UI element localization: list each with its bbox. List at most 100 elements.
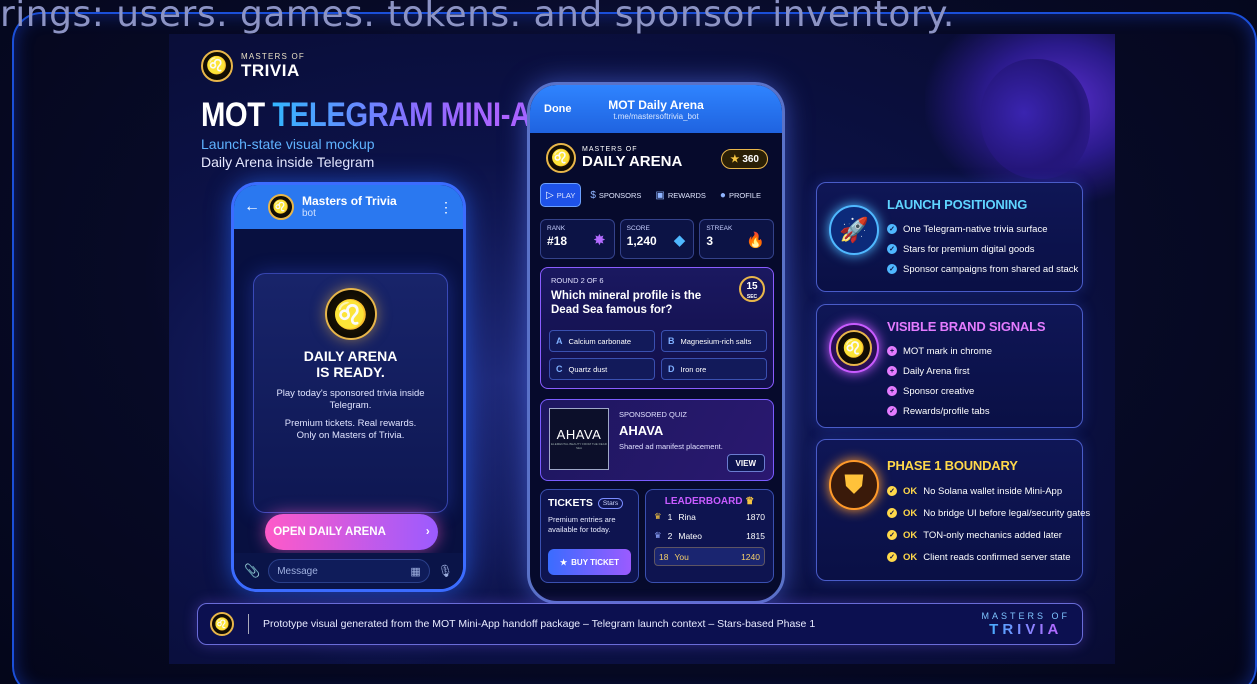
chat-name: Masters of Trivia: [302, 194, 397, 208]
panel-item-text: Rewards/profile tabs: [903, 405, 990, 417]
ok-label: OK: [903, 529, 918, 541]
quiz-question: Which mineral profile is the Dead Sea fa…: [551, 290, 702, 316]
daily-arena-title: DAILY ARENA: [582, 153, 683, 170]
panel-item: ✓ Sponsor campaigns from shared ad stack: [887, 259, 1078, 279]
check-icon: ✓: [887, 552, 897, 562]
panel-item-text: No bridge UI before legal/security gates: [923, 507, 1091, 519]
panel-item: ✓ Stars for premium digital goods: [887, 239, 1078, 259]
row-rank: 2: [667, 530, 673, 541]
tab-profile-label: PROFILE: [728, 190, 762, 200]
stars-value: 360: [742, 153, 759, 165]
panel-item: + Sponsor creative: [887, 381, 992, 401]
option-text: Calcium carbonate: [568, 336, 632, 346]
option-key: D: [668, 364, 675, 374]
row-rank: 1: [667, 511, 673, 522]
panel-item-text: Stars for premium digital goods: [903, 243, 1035, 255]
card-title: DAILY ARENA IS READY.: [254, 348, 447, 380]
panel-item: ✓ OK Client reads confirmed server state: [887, 546, 1090, 568]
message-placeholder: Message: [277, 565, 318, 577]
flame-icon: 🔥: [746, 232, 766, 249]
chevron-right-icon: ›: [425, 526, 430, 538]
subtitle-primary: Launch-state visual mockup: [201, 136, 375, 152]
panel-title: VISIBLE BRAND SIGNALS: [887, 319, 1046, 334]
headline: MOT TELEGRAM MINI-APP: [201, 96, 569, 135]
brand-large: TRIVIA: [241, 60, 300, 80]
bot-avatar[interactable]: ♌: [268, 194, 294, 220]
check-icon: ✓: [887, 224, 897, 234]
answer-option-c[interactable]: C Quartz dust: [549, 358, 655, 380]
back-arrow-icon[interactable]: ←: [244, 198, 260, 216]
option-key: A: [556, 336, 563, 346]
message-input[interactable]: Message ▦: [268, 559, 430, 583]
lion-icon: ♌: [201, 50, 233, 82]
brand-signals-panel: ♌ VISIBLE BRAND SIGNALS + MOT mark in chr…: [816, 304, 1083, 428]
tickets-title: TICKETS: [548, 497, 593, 509]
streak-stat: STREAK 3 🔥: [699, 219, 775, 259]
lion-icon: ♌: [210, 612, 234, 636]
caption-text: rings: users. games. tokens. and sponsor…: [0, 0, 955, 35]
footer-mark-small: MASTERS OF: [981, 610, 1070, 621]
leaderboard-row: ♛ 1 Rina 1870: [654, 507, 765, 526]
dollar-icon: $: [590, 189, 596, 201]
keyboard-icon[interactable]: ▦: [410, 565, 420, 578]
panel-item: + Daily Arena first: [887, 361, 992, 381]
crown-icon: ♛: [654, 530, 662, 540]
answer-option-a[interactable]: A Calcium carbonate: [549, 330, 655, 352]
sponsor-name: AHAVA: [619, 423, 664, 438]
ok-label: OK: [903, 551, 918, 563]
leaderboard-card: LEADERBOARD ♛ ♛ 1 Rina 1870 ♛ 2 Mateo 1815 18 Y…: [645, 489, 774, 583]
attach-icon[interactable]: 📎: [244, 563, 260, 579]
tab-sponsors[interactable]: $ SPONSORS: [585, 183, 646, 207]
answer-option-b[interactable]: B Magnesium-rich salts: [661, 330, 767, 352]
card-text-2: Premium tickets. Real rewards. Only on M…: [284, 418, 417, 441]
panel-item-text: No Solana wallet inside Mini-App: [923, 485, 1063, 497]
sponsor-logo-tag: ELEMENTAL BEAUTY FROM THE DEAD SEA: [551, 442, 607, 450]
view-button[interactable]: VIEW: [726, 454, 765, 472]
leaderboard-title: LEADERBOARD: [664, 496, 743, 507]
bullet-icon: +: [887, 346, 897, 356]
panel-item: ✓ Rewards/profile tabs: [887, 401, 992, 421]
tab-play[interactable]: ▷ PLAY: [540, 183, 582, 207]
answer-option-d[interactable]: D Iron ore: [661, 358, 767, 380]
sponsor-logo: AHAVA ELEMENTAL BEAUTY FROM THE DEAD SEA: [549, 408, 609, 470]
done-button[interactable]: Done: [544, 103, 604, 115]
buy-ticket-button[interactable]: ★ BUY TICKET: [548, 549, 631, 575]
round-indicator: ROUND 2 OF 6: [551, 276, 604, 285]
stars-balance[interactable]: ★ 360: [721, 149, 768, 169]
crown-icon: ♛: [745, 496, 755, 507]
row-score: 1815: [746, 530, 765, 541]
buy-ticket-label: BUY TICKET: [571, 557, 620, 567]
lion-crest-icon: ♌: [324, 288, 377, 340]
telegram-chat-phone: ← ♌ Masters of Trivia bot ⋮ ♌ DAILY AREN…: [231, 182, 466, 592]
row-name: Mateo: [678, 530, 702, 541]
panel-title: PHASE 1 BOUNDARY: [887, 458, 1018, 473]
star-icon: ★: [730, 153, 740, 165]
screenshot-canvas: rings: users. games. tokens. and sponsor…: [0, 0, 1257, 684]
footer-mark-large: TRIVIA: [981, 621, 1070, 638]
more-menu-icon[interactable]: ⋮: [439, 199, 453, 216]
tab-rewards-label: REWARDS: [667, 190, 706, 200]
panel-item: ✓ OK No bridge UI before legal/security ga…: [887, 502, 1090, 524]
check-icon: ✓: [887, 244, 897, 254]
tab-profile[interactable]: ● PROFILE: [715, 183, 766, 207]
mini-app-url: t.me/mastersoftrivia_bot: [613, 111, 699, 121]
sponsor-description: Shared ad manifest placement.: [619, 442, 723, 451]
option-text: Iron ore: [680, 364, 707, 374]
open-daily-arena-button[interactable]: OPEN DAILY ARENA ›: [265, 514, 438, 550]
option-key: C: [556, 364, 563, 374]
sponsored-label: SPONSORED QUIZ: [619, 410, 687, 419]
option-text: Magnesium-rich salts: [680, 336, 752, 346]
person-icon: ●: [719, 189, 726, 201]
microphone-icon[interactable]: 🎙: [438, 564, 453, 578]
timer-unit: SEC: [746, 294, 758, 300]
score-stat: SCORE 1,240 ◆: [619, 219, 695, 259]
panel-item-text: Daily Arena first: [903, 365, 970, 377]
divider: [248, 614, 249, 634]
card-text-1: Play today's sponsored trivia inside Tel…: [276, 388, 425, 411]
message-bar: 📎 Message ▦ 🎙: [234, 553, 463, 589]
row-rank: 18: [659, 551, 669, 562]
tab-rewards[interactable]: ▣ REWARDS: [650, 183, 711, 207]
row-score: 1240: [741, 551, 760, 562]
lion-icon: ♌: [546, 143, 576, 173]
panel-item: ✓ OK TON-only mechanics added later: [887, 524, 1090, 546]
